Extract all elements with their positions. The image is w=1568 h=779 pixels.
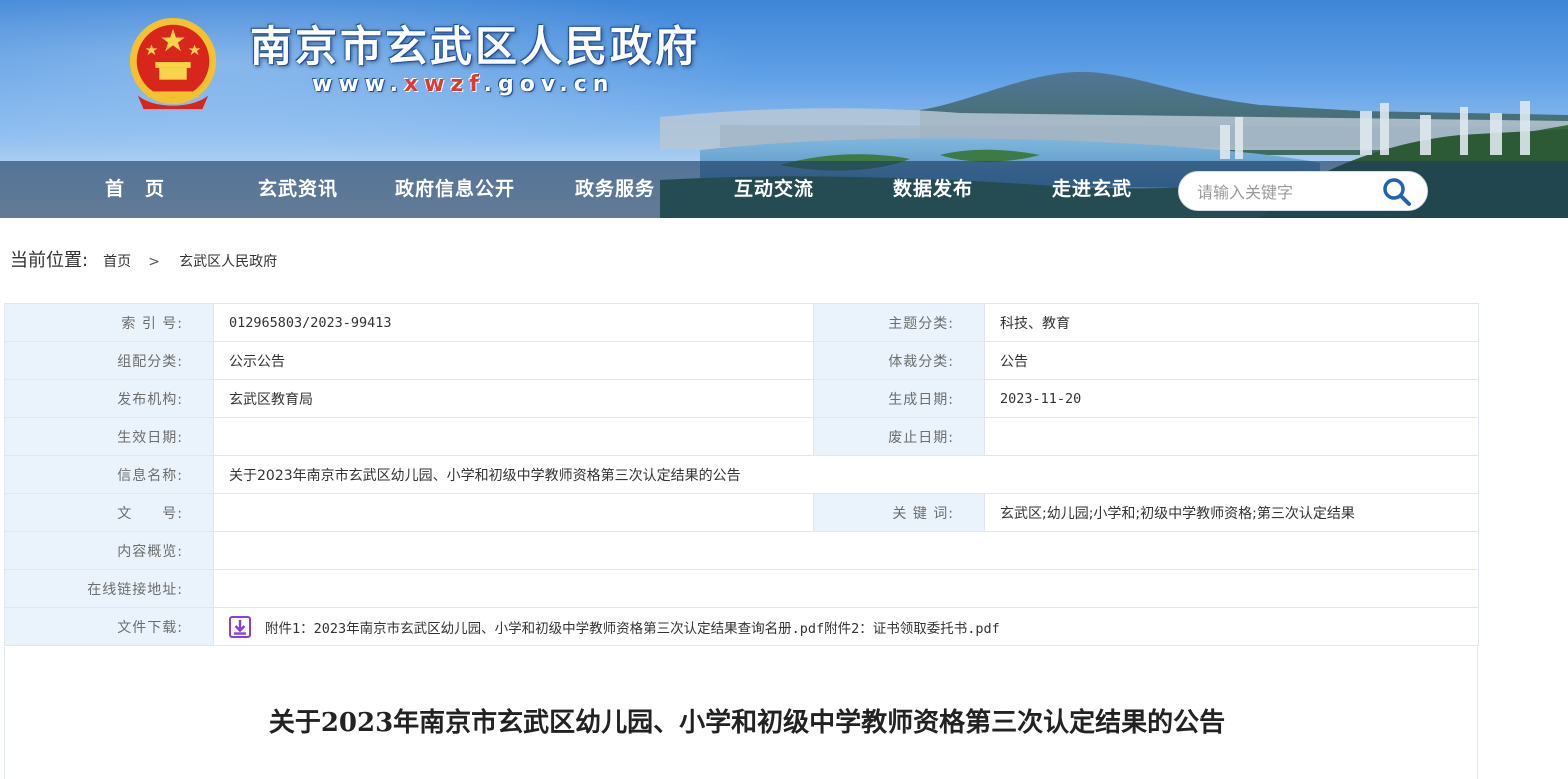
info-row: 生效日期: 废止日期: (4, 417, 1479, 456)
publisher-value: 玄武区教育局 (213, 379, 814, 418)
doc-no-value (213, 493, 814, 532)
info-row: 组配分类: 公示公告 体裁分类: 公告 (4, 341, 1479, 380)
info-row: 文件下载: 附件1：2023年南京市玄武区幼儿园、小学和初级中学教师资格第三次认… (4, 607, 1479, 646)
nav-item-gov-services[interactable]: 政务服务 (575, 161, 655, 218)
file-download-label: 文件下载: (4, 607, 214, 646)
search-box (1178, 171, 1428, 211)
summary-label: 内容概览: (4, 531, 214, 570)
online-link-value[interactable] (213, 569, 1479, 608)
nav-item-news[interactable]: 玄武资讯 (258, 161, 338, 218)
doc-no-label: 文 号: (4, 493, 214, 532)
summary-value (213, 531, 1479, 570)
national-emblem-icon (129, 17, 217, 110)
online-link-label: 在线链接地址: (4, 569, 214, 608)
nav-item-interaction[interactable]: 互动交流 (734, 161, 814, 218)
effective-date-label: 生效日期: (4, 417, 214, 456)
category-value: 公示公告 (213, 341, 814, 380)
site-url-suffix: .gov.cn (483, 72, 615, 97)
nav-item-home[interactable]: 首 页 (105, 161, 165, 218)
attachment-links[interactable]: 附件1：2023年南京市玄武区幼儿园、小学和初级中学教师资格第三次认定结果查询名… (265, 621, 1000, 637)
publisher-label: 发布机构: (4, 379, 214, 418)
info-row: 索 引 号: 012965803/2023-99413 主题分类: 科技、教育 (4, 303, 1479, 342)
site-url: www.xwzf.gov.cn (312, 72, 614, 98)
breadcrumb-label: 当前位置: (10, 250, 89, 271)
keywords-value: 玄武区;幼儿园;小学和;初级中学教师资格;第三次认定结果 (984, 493, 1479, 532)
site-title: 南京市玄武区人民政府 (250, 22, 701, 71)
topic-label: 主题分类: (813, 303, 985, 342)
site-url-prefix: www. (312, 72, 404, 97)
created-date-label: 生成日期: (813, 379, 985, 418)
nav-item-about-xuanwu[interactable]: 走进玄武 (1052, 161, 1132, 218)
info-name-label: 信息名称: (4, 455, 214, 494)
search-icon[interactable] (1381, 177, 1413, 207)
nav-item-gov-info-disclosure[interactable]: 政府信息公开 (395, 161, 515, 218)
keywords-label: 关 键 词: (813, 493, 985, 532)
breadcrumb-current-link[interactable]: 玄武区人民政府 (179, 254, 277, 270)
effective-date-value (213, 417, 814, 456)
download-icon[interactable] (229, 615, 251, 638)
document-info-table: 索 引 号: 012965803/2023-99413 主题分类: 科技、教育 … (4, 303, 1479, 646)
created-date-value: 2023-11-20 (984, 379, 1479, 418)
search-input[interactable] (1197, 180, 1377, 204)
info-row: 内容概览: (4, 531, 1479, 570)
info-row: 文 号: 关 键 词: 玄武区;幼儿园;小学和;初级中学教师资格;第三次认定结果 (4, 493, 1479, 532)
article-title: 关于2023年南京市玄武区幼儿园、小学和初级中学教师资格第三次认定结果的公告 (268, 708, 1226, 738)
info-row: 信息名称: 关于2023年南京市玄武区幼儿园、小学和初级中学教师资格第三次认定结… (4, 455, 1479, 494)
genre-label: 体裁分类: (813, 341, 985, 380)
abolished-date-value (984, 417, 1479, 456)
info-row: 在线链接地址: (4, 569, 1479, 608)
index-no-label: 索 引 号: (4, 303, 214, 342)
breadcrumb-separator: > (148, 254, 160, 270)
site-url-accent: xwzf (403, 72, 484, 97)
info-row: 发布机构: 玄武区教育局 生成日期: 2023-11-20 (4, 379, 1479, 418)
breadcrumb-home-link[interactable]: 首页 (103, 254, 131, 270)
topic-value: 科技、教育 (984, 303, 1479, 342)
genre-value: 公告 (984, 341, 1479, 380)
category-label: 组配分类: (4, 341, 214, 380)
breadcrumb: 当前位置: 首页 > 玄武区人民政府 (10, 246, 277, 276)
index-no-value: 012965803/2023-99413 (213, 303, 814, 342)
file-download-cell: 附件1：2023年南京市玄武区幼儿园、小学和初级中学教师资格第三次认定结果查询名… (213, 607, 1479, 646)
nav-item-data-release[interactable]: 数据发布 (893, 161, 973, 218)
abolished-date-label: 废止日期: (813, 417, 985, 456)
info-name-value: 关于2023年南京市玄武区幼儿园、小学和初级中学教师资格第三次认定结果的公告 (213, 455, 1479, 494)
